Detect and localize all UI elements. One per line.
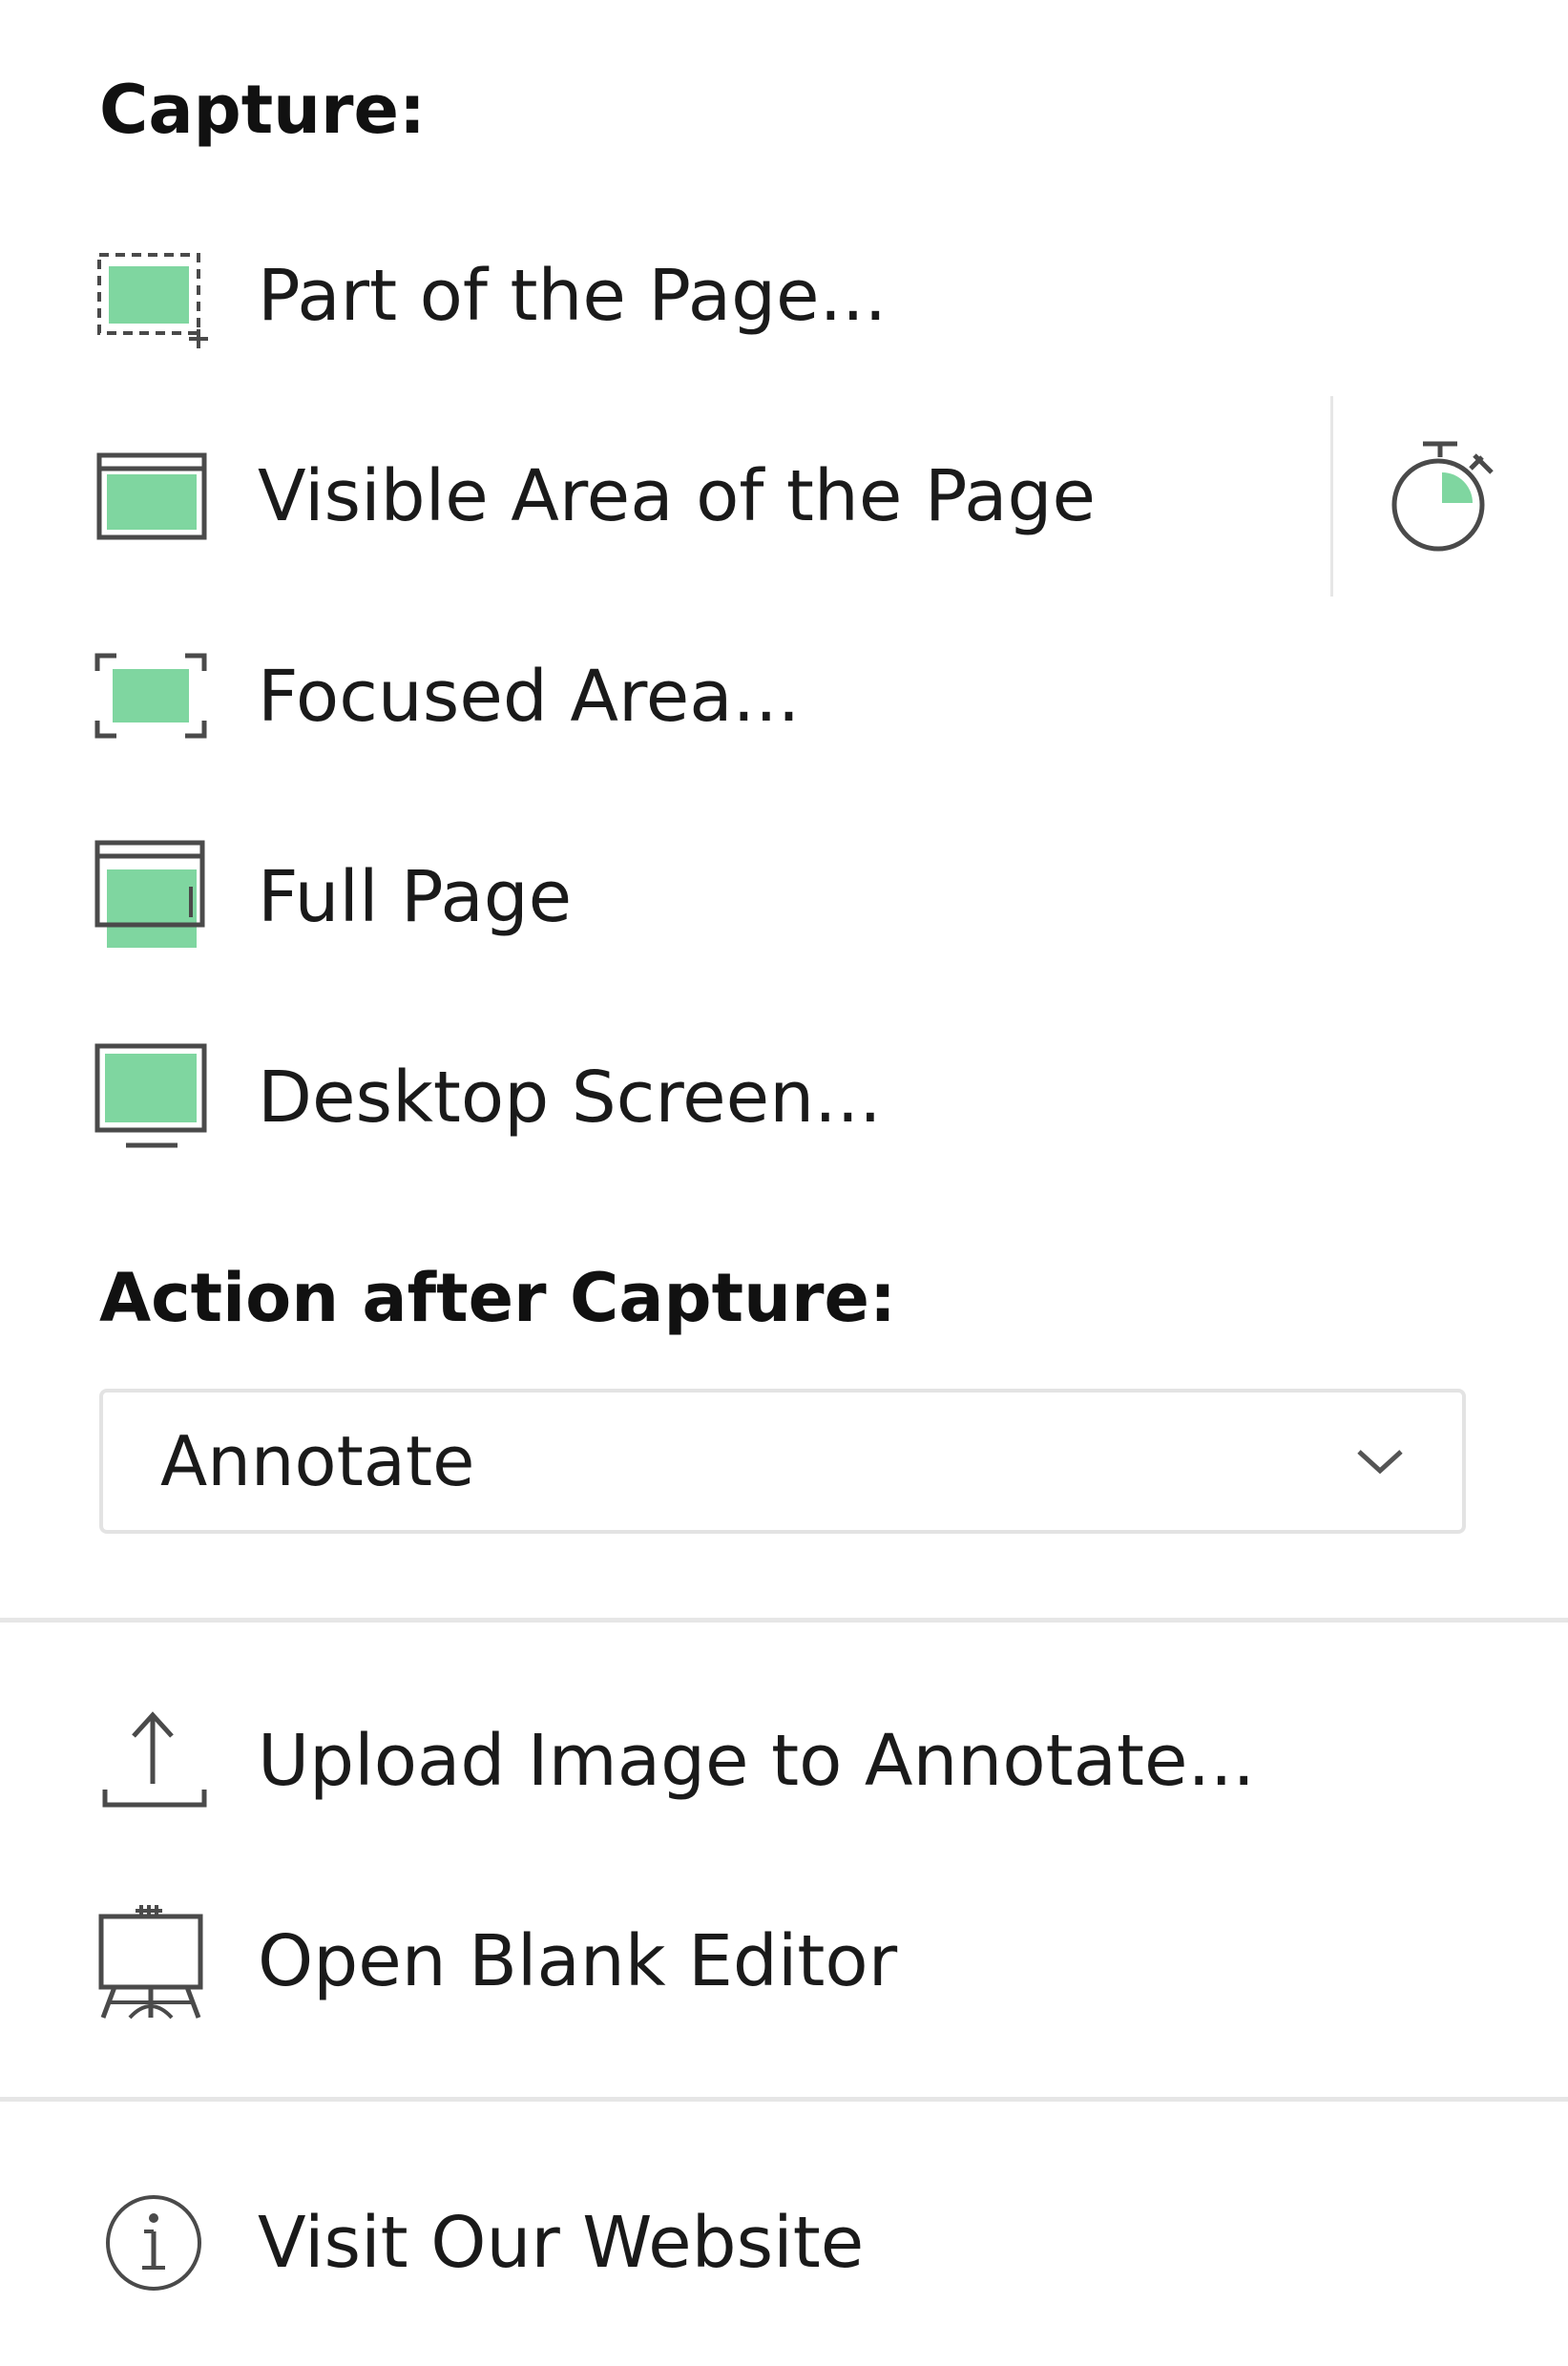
focus-brackets-icon <box>92 635 216 759</box>
visit-website-label: Visit Our Website <box>258 2202 865 2284</box>
capture-focused-area[interactable]: Focused Area... <box>0 625 1298 768</box>
delayed-capture-button[interactable] <box>1365 420 1517 573</box>
selection-area-icon <box>92 234 216 358</box>
capture-full-page-label: Full Page <box>258 856 573 938</box>
easel-icon <box>92 1899 216 2023</box>
capture-part-of-page-label: Part of the Page... <box>258 255 888 337</box>
section-divider-1 <box>0 1618 1568 1623</box>
capture-part-of-page[interactable]: Part of the Page... <box>0 224 1298 367</box>
capture-visible-area-label: Visible Area of the Page <box>258 455 1097 537</box>
browser-window-icon <box>92 434 216 558</box>
open-blank-editor-button[interactable]: Open Blank Editor <box>0 1890 1298 2033</box>
info-icon <box>92 2181 216 2305</box>
capture-focused-area-label: Focused Area... <box>258 656 801 738</box>
timer-divider <box>1330 396 1333 597</box>
capture-desktop-screen[interactable]: Desktop Screen... <box>0 1026 1298 1169</box>
upload-image-label: Upload Image to Annotate... <box>258 1720 1256 1802</box>
open-blank-editor-label: Open Blank Editor <box>258 1920 898 2002</box>
upload-icon <box>92 1699 216 1823</box>
chevron-down-icon <box>1351 1442 1409 1480</box>
upload-image-button[interactable]: Upload Image to Annotate... <box>0 1689 1298 1832</box>
timer-icon <box>1379 432 1503 560</box>
action-heading: Action after Capture: <box>99 1259 896 1337</box>
action-dropdown[interactable]: Annotate <box>99 1389 1466 1534</box>
visit-website-link[interactable]: Visit Our Website <box>0 2171 1298 2314</box>
section-divider-2 <box>0 2097 1568 2102</box>
action-dropdown-value: Annotate <box>160 1421 475 1501</box>
capture-heading: Capture: <box>99 71 427 149</box>
capture-full-page[interactable]: Full Page <box>0 826 1298 969</box>
capture-visible-area[interactable]: Visible Area of the Page <box>0 425 1317 568</box>
capture-desktop-screen-label: Desktop Screen... <box>258 1057 882 1139</box>
full-page-icon <box>92 835 216 959</box>
monitor-icon <box>92 1036 216 1160</box>
